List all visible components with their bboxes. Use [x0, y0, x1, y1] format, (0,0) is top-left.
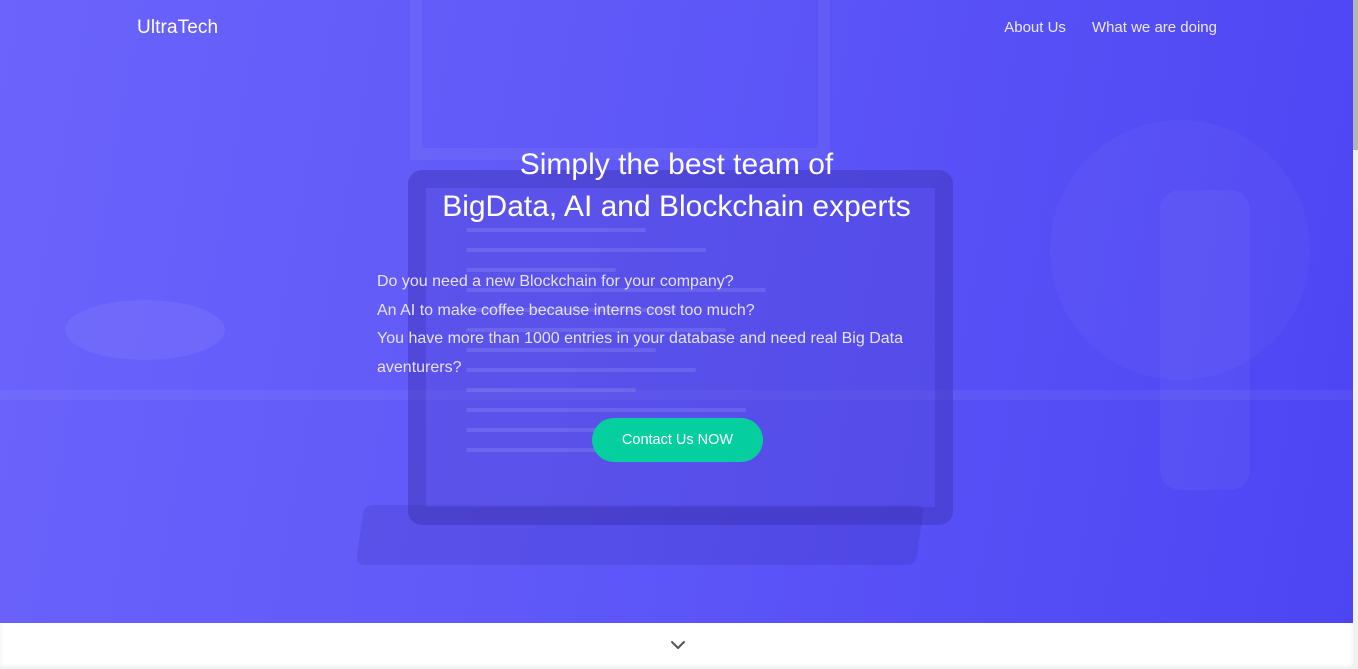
page: UltraTech About Us What we are doing Sim… [0, 0, 1358, 669]
background-keyboard [355, 505, 925, 565]
background-cup [65, 300, 225, 360]
hero-section: UltraTech About Us What we are doing Sim… [0, 0, 1353, 623]
background-code-line [466, 248, 706, 252]
hero-questions: Do you need a new Blockchain for your co… [377, 268, 937, 382]
hero-headline: Simply the best team of BigData, AI and … [0, 144, 1353, 228]
background-window [410, 0, 830, 160]
main-nav: About Us What we are doing [1004, 19, 1217, 36]
chevron-down-icon[interactable] [670, 637, 686, 653]
background-desk [0, 390, 1353, 400]
hero-question-2: An AI to make coffee because interns cos… [377, 301, 755, 319]
brand-logo-link[interactable]: UltraTech [137, 17, 218, 39]
hero-headline-line-2: BigData, AI and Blockchain experts [442, 190, 911, 223]
nav-link-what-we-are-doing[interactable]: What we are doing [1092, 19, 1217, 36]
background-code-line [466, 228, 646, 232]
hero-question-1: Do you need a new Blockchain for your co… [377, 273, 734, 290]
page-scrollbar[interactable] [1353, 0, 1358, 669]
hero-question-3: You have more than 1000 entries in your … [377, 330, 903, 376]
background-code-line [466, 428, 606, 432]
background-code-line [466, 408, 746, 412]
background-code-line [466, 388, 636, 392]
hero-headline-line-1: Simply the best team of [519, 148, 834, 181]
contact-us-button[interactable]: Contact Us NOW [592, 418, 763, 462]
nav-link-about-us[interactable]: About Us [1004, 19, 1066, 36]
scrollbar-thumb[interactable] [1353, 0, 1358, 150]
background-bottles [1160, 190, 1250, 490]
